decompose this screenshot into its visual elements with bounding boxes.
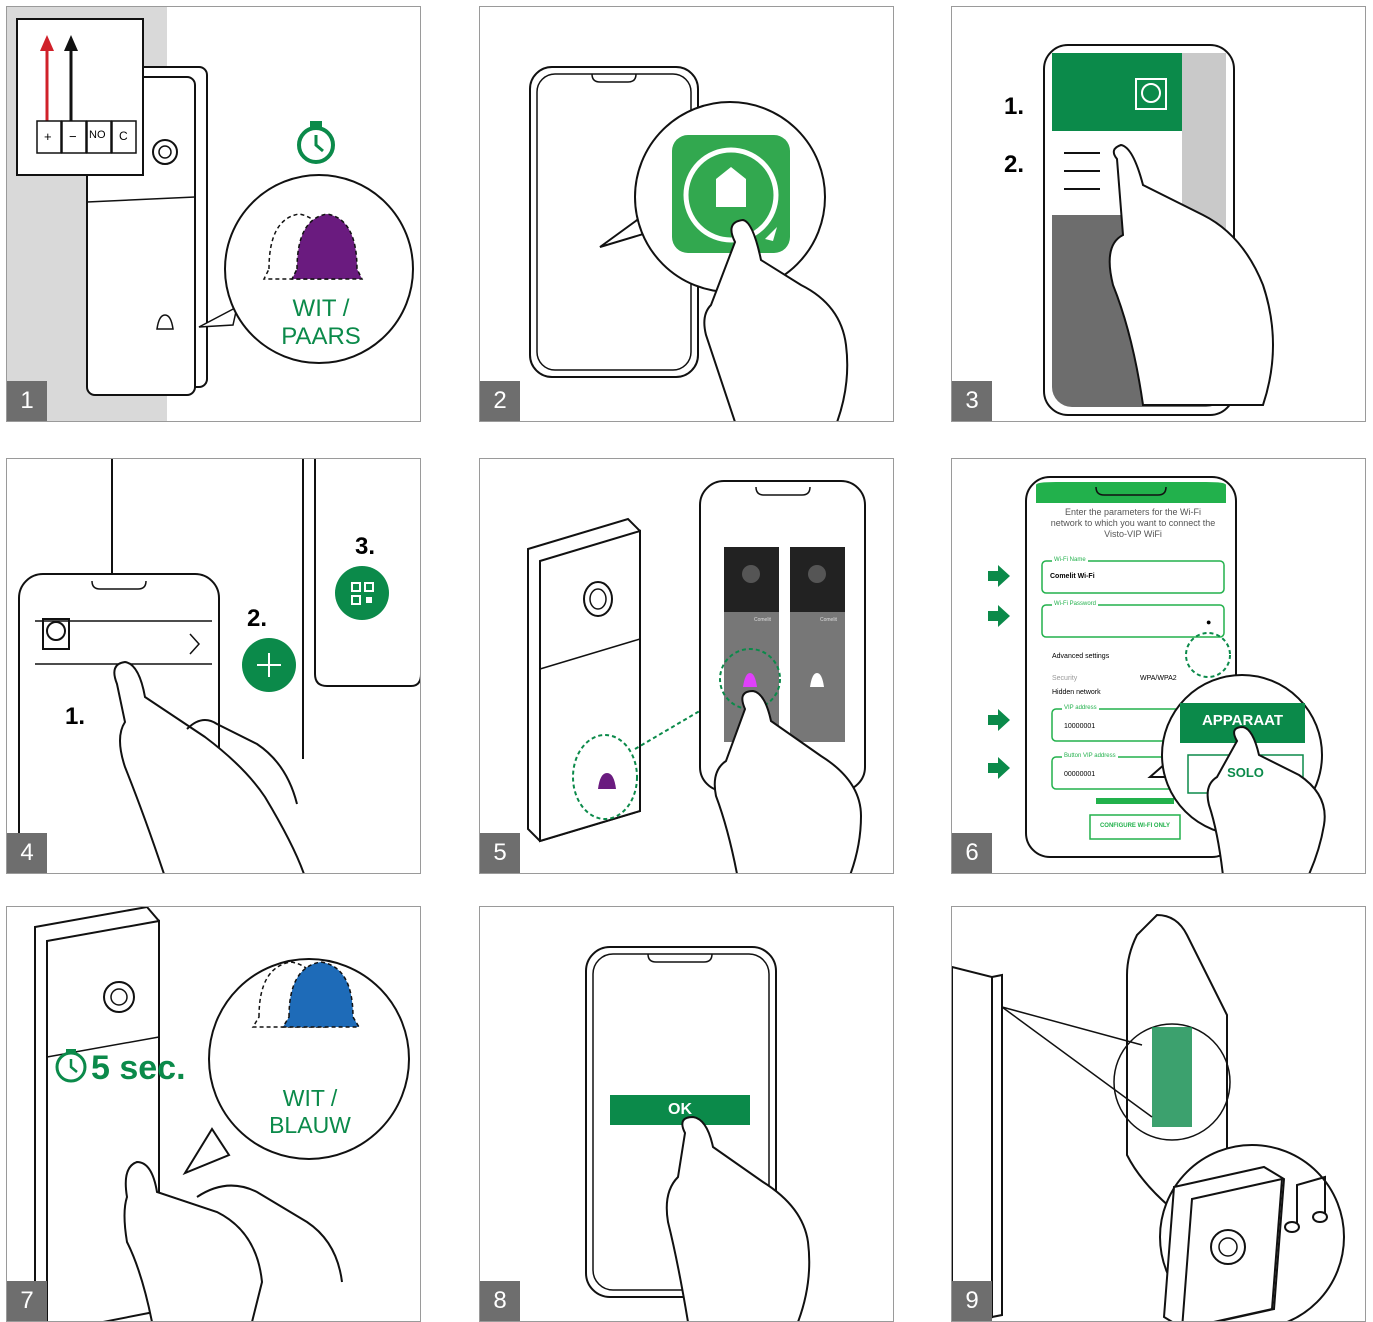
step-panel-4: 1. 2. 3. 4 <box>6 458 421 874</box>
wifi-name-field[interactable]: Comelit Wi-Fi <box>1050 573 1095 580</box>
step-panel-9: 9 <box>951 906 1366 1322</box>
step-1-illustration <box>7 7 414 421</box>
security-label: Security <box>1052 675 1078 682</box>
timer-text-5-sec: 5 sec. <box>91 1049 186 1087</box>
step-number-2: 2 <box>480 381 520 421</box>
step-panel-3: 1. 2. 3 <box>951 6 1366 422</box>
vip-address-label: VIP address <box>1062 705 1099 711</box>
solo-button[interactable]: SOLO <box>1188 765 1303 780</box>
step-3-illustration <box>1043 44 1274 416</box>
step-panel-1: + − NO C WIT / PAARS 1 <box>6 6 421 422</box>
marker-2: 2. <box>247 605 268 632</box>
vip-address-field[interactable]: 10000001 <box>1064 723 1095 730</box>
advanced-settings-label[interactable]: Advanced settings <box>1052 653 1109 660</box>
step-number-5: 5 <box>480 833 520 873</box>
button-vip-field[interactable]: 00000001 <box>1064 771 1095 778</box>
step-number-4: 4 <box>7 833 47 873</box>
apparaat-button[interactable]: APPARAAT <box>1180 712 1305 729</box>
terminal-no: NO <box>89 129 106 141</box>
qr-code <box>1152 1027 1192 1127</box>
marker-2: 2. <box>1004 151 1025 178</box>
terminal-c: C <box>119 129 128 143</box>
step-panel-8: OK 8 <box>479 906 894 1322</box>
hidden-network-label: Hidden network <box>1052 689 1101 696</box>
step-panel-7: 5 sec. WIT / BLAUW 7 <box>6 906 421 1322</box>
marker-1: 1. <box>65 703 86 730</box>
step-2-illustration <box>529 66 849 421</box>
step-5-illustration <box>527 480 866 873</box>
eye-icon[interactable]: ● <box>1206 617 1211 627</box>
step-number-8: 8 <box>480 1281 520 1321</box>
step-number-1: 1 <box>7 381 47 421</box>
marker-1: 1. <box>1004 93 1025 120</box>
phone-brand-right: Comelit <box>820 617 837 623</box>
step-number-6: 6 <box>952 833 992 873</box>
wifi-intro-text: Enter the parameters for the Wi-Fi netwo… <box>1050 507 1216 539</box>
button-vip-label: Button VIP address <box>1062 753 1118 759</box>
bubble-text-wit-blauw: WIT / BLAUW <box>269 1085 351 1138</box>
wifi-name-label: Wi-Fi Name <box>1052 557 1088 563</box>
step-4-illustration <box>18 459 420 873</box>
marker-3: 3. <box>355 533 376 560</box>
bubble-text-wit-paars: WIT / PAARS <box>281 295 361 350</box>
wifi-password-label: Wi-Fi Password <box>1052 601 1099 607</box>
terminal-minus: − <box>69 129 77 144</box>
terminal-labels: + − NO C <box>37 129 137 149</box>
step-number-7: 7 <box>7 1281 47 1321</box>
step-9-illustration <box>952 913 1345 1321</box>
terminal-plus: + <box>44 129 52 144</box>
step-number-9: 9 <box>952 1281 992 1321</box>
security-value: WPA/WPA2 <box>1140 675 1177 682</box>
step-panel-2: 2 <box>479 6 894 422</box>
step-number-3: 3 <box>952 381 992 421</box>
step-panel-5: Comelit Comelit 5 <box>479 458 894 874</box>
configure-wifi-only-button[interactable]: CONFIGURE WI-FI ONLY <box>1090 823 1180 829</box>
phone-brand-left: Comelit <box>754 617 771 623</box>
step-panel-6: Enter the parameters for the Wi-Fi netwo… <box>951 458 1366 874</box>
ok-button[interactable]: OK <box>610 1101 750 1119</box>
